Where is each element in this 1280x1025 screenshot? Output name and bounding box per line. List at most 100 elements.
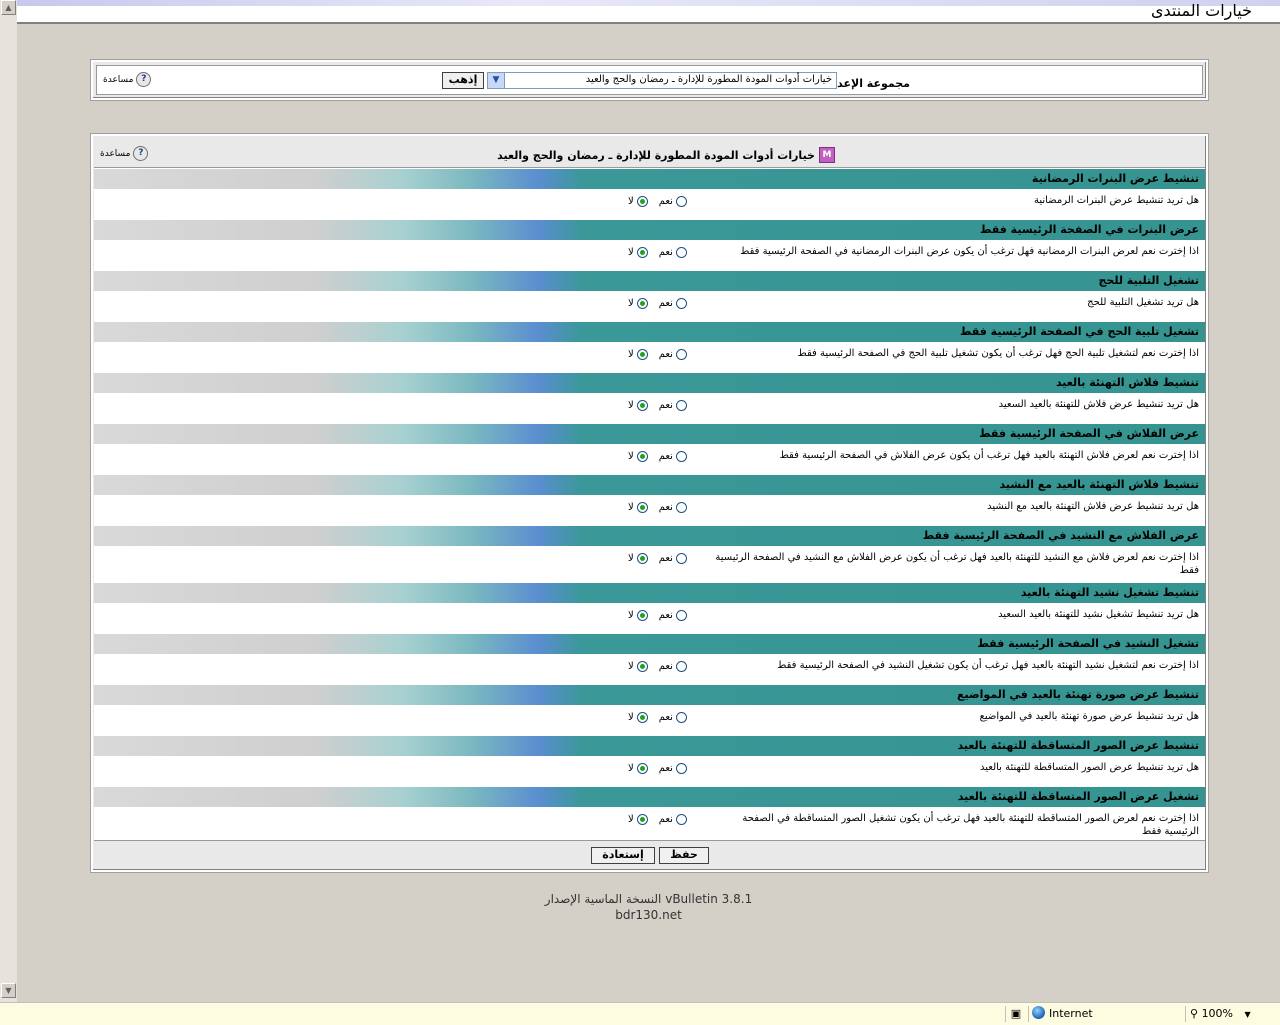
radio-no-label[interactable]: لا (628, 610, 634, 621)
setting-description: هل تريد تنشيط عرض البنرات الرمضانية (1033, 195, 1199, 206)
scroll-up-arrow-icon[interactable]: ▲ (1, 0, 16, 15)
radio-no[interactable] (636, 712, 648, 723)
radio-no[interactable] (636, 763, 648, 774)
setting-section-header: تشغيل النشيد في الصفحة الرئيسية فقط (94, 634, 1205, 655)
radio-no-label[interactable]: لا (628, 502, 634, 513)
setting-section-header: تنشيط فلاش التهنئة بالعيد (94, 373, 1205, 394)
setting-group-inner: ? مساعدة مجموعة الإعداد خيارات أدوات الم… (96, 65, 1203, 95)
radio-no-label[interactable]: لا (628, 247, 634, 258)
panel-help-link[interactable]: ? مساعدة (100, 146, 149, 161)
radio-yes[interactable] (675, 196, 687, 207)
setting-section-header: تشغيل تلبية الحج في الصفحة الرئيسية فقط (94, 322, 1205, 343)
setting-row: اذا إخترت نعم لعرض الصور المتساقطة للتهن… (94, 807, 1205, 844)
radio-no[interactable] (636, 814, 648, 825)
setting-group-select[interactable]: خيارات أدوات المودة المطورة للإدارة ـ رم… (487, 72, 837, 89)
setting-row: هل تريد تنشيط تشغيل نشيد للتهنئة بالعيد … (94, 603, 1205, 634)
radio-no-label[interactable]: لا (628, 196, 634, 207)
radio-yes-label[interactable]: نعم (659, 610, 673, 621)
yes-no-radio-group: نعم لا (628, 451, 687, 462)
radio-no-label[interactable]: لا (628, 763, 634, 774)
settings-panel-title-text: خيارات أدوات المودة المطورة للإدارة ـ رم… (497, 148, 815, 162)
radio-yes[interactable] (675, 298, 687, 309)
setting-section-header: تنشيط تشغيل نشيد التهنئة بالعيد (94, 583, 1205, 604)
zoom-magnifier-icon: ⚲ (1190, 1007, 1199, 1020)
radio-yes-label[interactable]: نعم (659, 763, 673, 774)
radio-yes[interactable] (675, 763, 687, 774)
setting-section: تشغيل تلبية الحج في الصفحة الرئيسية فقط ا… (94, 322, 1205, 373)
radio-no[interactable] (636, 196, 648, 207)
radio-yes-label[interactable]: نعم (659, 712, 673, 723)
setting-description: هل تريد تنشيط عرض صورة تهنئة بالعيد في ا… (979, 711, 1199, 722)
vertical-scrollbar[interactable]: ▲ ▼ (0, 0, 18, 1002)
setting-section: تشغيل عرض الصور المتساقطة للتهنئة بالعيد… (94, 787, 1205, 844)
help-link[interactable]: ? مساعدة (103, 72, 152, 87)
scroll-down-arrow-icon[interactable]: ▼ (1, 983, 16, 998)
radio-yes[interactable] (675, 553, 687, 564)
page-content: خيارات المنتدى ? مساعدة مجموعة الإعداد خ… (17, 0, 1280, 1002)
setting-group-selected: خيارات أدوات المودة المطورة للإدارة ـ رم… (585, 74, 832, 85)
radio-yes-label[interactable]: نعم (659, 349, 673, 360)
radio-yes[interactable] (675, 610, 687, 621)
radio-yes-label[interactable]: نعم (659, 196, 673, 207)
radio-yes[interactable] (675, 814, 687, 825)
go-button[interactable]: إذهب (442, 72, 484, 89)
radio-no-label[interactable]: لا (628, 451, 634, 462)
setting-title: تنشيط فلاش التهنئة بالعيد مع النشيد (999, 478, 1199, 491)
radio-no[interactable] (636, 400, 648, 411)
setting-section-header: تشغيل التلبية للحج (94, 271, 1205, 292)
save-button[interactable]: حفظ (659, 847, 709, 864)
radio-no-label[interactable]: لا (628, 553, 634, 564)
radio-yes[interactable] (675, 400, 687, 411)
radio-yes[interactable] (675, 712, 687, 723)
radio-yes-label[interactable]: نعم (659, 298, 673, 309)
form-buttons-bar: حفظ إستعادة (94, 840, 1205, 869)
radio-no-label[interactable]: لا (628, 298, 634, 309)
setting-section: تشغيل التلبية للحج هل تريد تشغيل التلبية … (94, 271, 1205, 322)
chevron-down-icon[interactable]: ▼ (488, 73, 505, 88)
reset-button[interactable]: إستعادة (591, 847, 655, 864)
radio-yes-label[interactable]: نعم (659, 661, 673, 672)
radio-yes-label[interactable]: نعم (659, 553, 673, 564)
setting-title: تشغيل عرض الصور المتساقطة للتهنئة بالعيد (957, 790, 1199, 803)
radio-yes-label[interactable]: نعم (659, 400, 673, 411)
radio-no[interactable] (636, 298, 648, 309)
yes-no-radio-group: نعم لا (628, 196, 687, 207)
radio-yes-label[interactable]: نعم (659, 814, 673, 825)
help-question-icon: ? (136, 72, 152, 87)
radio-yes[interactable] (675, 247, 687, 258)
zoom-control[interactable]: ⚲ 100% ▼ (1185, 1006, 1265, 1022)
radio-no-label[interactable]: لا (628, 712, 634, 723)
radio-yes-label[interactable]: نعم (659, 451, 673, 462)
radio-no-label[interactable]: لا (628, 349, 634, 360)
radio-no[interactable] (636, 349, 648, 360)
radio-yes-label[interactable]: نعم (659, 502, 673, 513)
radio-yes[interactable] (675, 661, 687, 672)
yes-no-radio-group: نعم لا (628, 712, 687, 723)
zoom-chevron-down-icon[interactable]: ▼ (1245, 1010, 1251, 1019)
radio-no[interactable] (636, 610, 648, 621)
help-question-icon: ? (133, 146, 149, 161)
settings-panel-title: M خيارات أدوات المودة المطورة للإدارة ـ … (497, 147, 835, 163)
yes-no-radio-group: نعم لا (628, 763, 687, 774)
radio-no[interactable] (636, 247, 648, 258)
radio-no[interactable] (636, 451, 648, 462)
setting-section: عرض البنرات في الصفحة الرئيسية فقط اذا إخ… (94, 220, 1205, 271)
radio-no[interactable] (636, 502, 648, 513)
setting-description: اذا إخترت نعم لعرض البنرات الرمضانية فهل… (740, 246, 1199, 257)
radio-no[interactable] (636, 553, 648, 564)
setting-row: اذا إخترت نعم لعرض فلاش مع النشيد للتهنئ… (94, 546, 1205, 583)
setting-section: تنشيط عرض الصور المتساقطة للتهنئة بالعيد… (94, 736, 1205, 787)
setting-section-header: عرض الفلاش مع النشيد في الصفحة الرئيسية … (94, 526, 1205, 547)
radio-yes[interactable] (675, 349, 687, 360)
setting-title: تشغيل النشيد في الصفحة الرئيسية فقط (977, 637, 1199, 650)
radio-no-label[interactable]: لا (628, 400, 634, 411)
radio-no-label[interactable]: لا (628, 661, 634, 672)
setting-row: اذا إخترت نعم لتشغيل نشيد التهنئة بالعيد… (94, 654, 1205, 685)
radio-yes[interactable] (675, 451, 687, 462)
radio-no[interactable] (636, 661, 648, 672)
radio-no-label[interactable]: لا (628, 814, 634, 825)
radio-yes-label[interactable]: نعم (659, 247, 673, 258)
zoom-level: 100% (1201, 1007, 1234, 1020)
help-label: مساعدة (103, 74, 134, 85)
radio-yes[interactable] (675, 502, 687, 513)
